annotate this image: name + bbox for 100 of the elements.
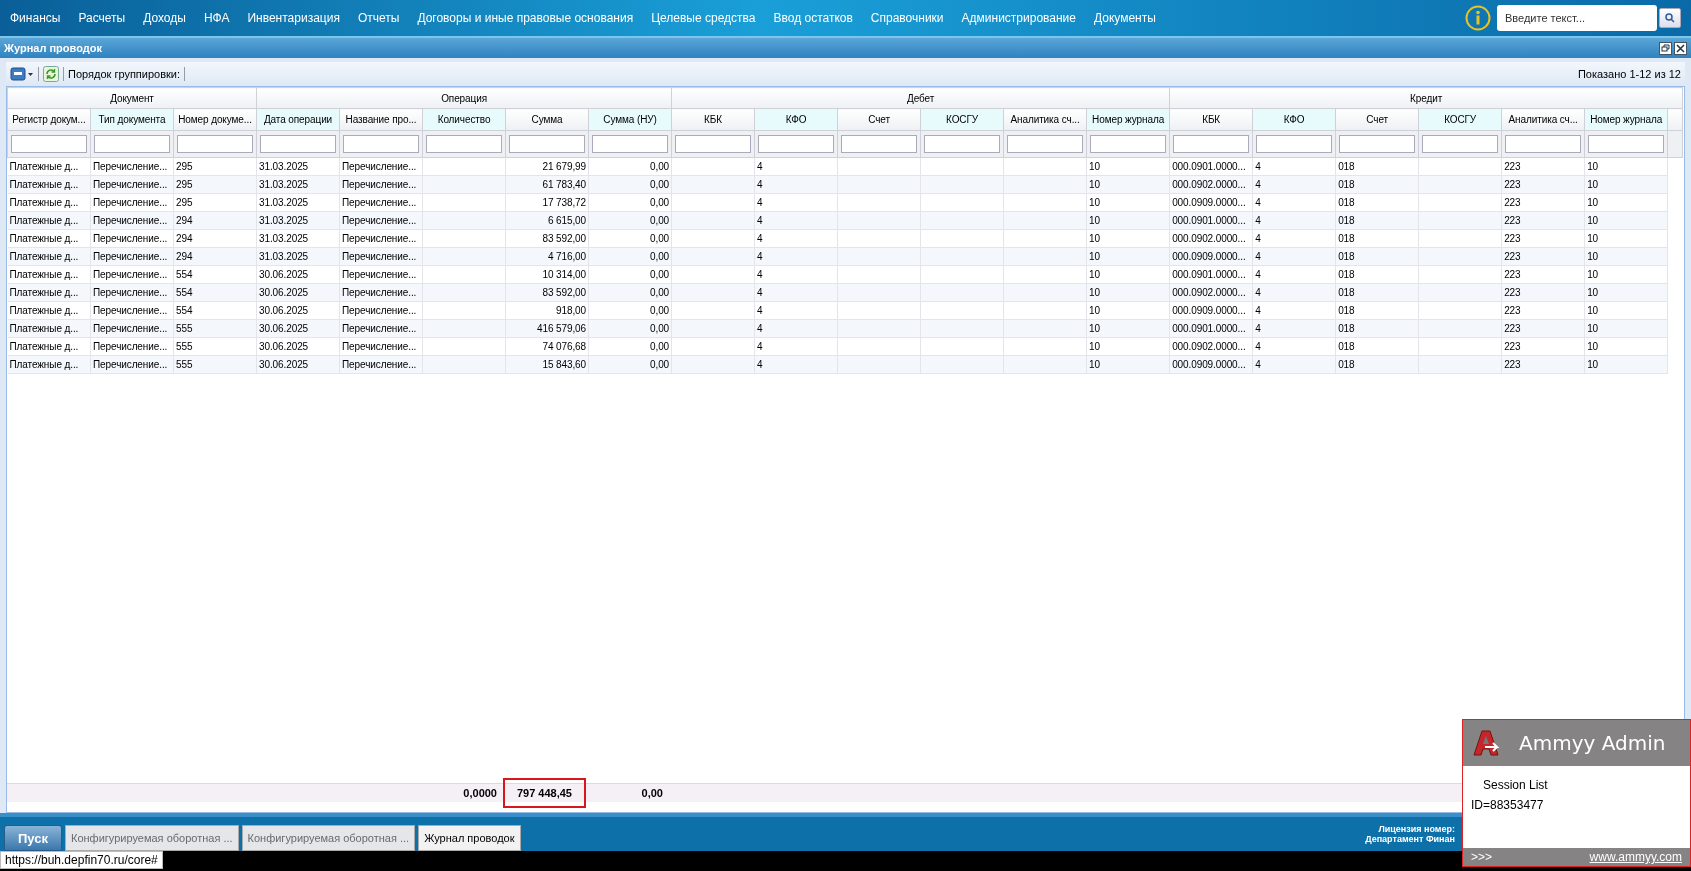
table-cell: Перечисление...: [342, 269, 417, 280]
table-cell: 223: [1504, 359, 1521, 370]
table-cell: 4: [1255, 305, 1261, 316]
table-cell: 0,00: [650, 161, 670, 172]
table-cell: 000.0902.0000...: [1172, 341, 1246, 352]
filter-field[interactable]: [177, 135, 253, 153]
table-cell: 83 592,00: [542, 233, 586, 244]
table-cell: 4: [1255, 341, 1261, 352]
table-cell: 000.0909.0000...: [1172, 197, 1246, 208]
table-cell: 0,00: [650, 305, 670, 316]
table-cell: Перечисление...: [342, 179, 417, 190]
menu-item[interactable]: НФА: [203, 11, 230, 25]
table-cell: Перечисление...: [93, 359, 168, 370]
table-cell: 10 314,00: [542, 269, 586, 280]
printer-icon[interactable]: [10, 66, 34, 82]
table-cell: 30.06.2025: [259, 323, 309, 334]
table-cell: 294: [176, 233, 193, 244]
table-cell: 295: [176, 197, 193, 208]
table-cell: 4: [1255, 215, 1261, 226]
filter-field[interactable]: [1505, 135, 1582, 153]
table-cell: 223: [1504, 323, 1521, 334]
search-field[interactable]: Введите текст...: [1497, 5, 1657, 31]
filter-field[interactable]: [426, 135, 502, 153]
close-icon[interactable]: [1674, 41, 1687, 55]
table-cell: 4: [757, 341, 763, 352]
table-cell: 0,00: [650, 251, 670, 262]
total-value: 797 448,45: [504, 780, 584, 806]
table-cell: Платежные д...: [9, 197, 79, 208]
menu-item[interactable]: Финансы: [10, 11, 61, 25]
total-value: 0,0000: [462, 786, 498, 801]
search-button[interactable]: [1659, 8, 1681, 28]
table-cell: 223: [1504, 233, 1521, 244]
menu-item[interactable]: Отчеты: [357, 11, 400, 25]
table-cell: 018: [1338, 305, 1355, 316]
menu-item[interactable]: Доходы: [143, 11, 186, 25]
table-cell: 10: [1089, 161, 1100, 172]
info-icon[interactable]: [1465, 5, 1491, 31]
table-cell: Платежные д...: [9, 233, 79, 244]
table-cell: Платежные д...: [9, 161, 79, 172]
menu-item[interactable]: Договоры и иные правовые основания: [417, 11, 634, 25]
table-cell: Платежные д...: [9, 215, 79, 226]
table-cell: 30.06.2025: [259, 269, 309, 280]
table-cell: 4: [757, 305, 763, 316]
filter-field[interactable]: [1090, 135, 1167, 153]
filter-field[interactable]: [1173, 135, 1250, 153]
table-cell: 10: [1089, 287, 1100, 298]
filter-field[interactable]: [1007, 135, 1084, 153]
table-cell: 30.06.2025: [259, 287, 309, 298]
table-cell: 0,00: [650, 215, 670, 226]
table-cell: 4: [1255, 323, 1261, 334]
filter-field[interactable]: [343, 135, 419, 153]
table-cell: 223: [1504, 161, 1521, 172]
table-cell: Перечисление...: [342, 233, 417, 244]
table-cell: Перечисление...: [342, 341, 417, 352]
table-cell: 4: [757, 233, 763, 244]
filter-field[interactable]: [592, 135, 669, 153]
filter-field[interactable]: [11, 135, 87, 153]
table-cell: 4: [1255, 197, 1261, 208]
table-cell: 0,00: [650, 323, 670, 334]
menu-item[interactable]: Администрирование: [961, 11, 1076, 25]
filter-field[interactable]: [758, 135, 835, 153]
table-cell: 4: [1255, 161, 1261, 172]
restore-icon[interactable]: [1659, 41, 1672, 55]
filter-field[interactable]: [1588, 135, 1665, 153]
menu-item[interactable]: Инвентаризация: [247, 11, 340, 25]
window-tab[interactable]: Журнал проводок: [418, 825, 521, 851]
filter-field[interactable]: [1422, 135, 1499, 153]
table-cell: 295: [176, 179, 193, 190]
refresh-icon[interactable]: [43, 66, 59, 82]
expand-link[interactable]: >>>: [1471, 850, 1493, 864]
menu-item[interactable]: Расчеты: [78, 11, 126, 25]
menu-item[interactable]: Документы: [1094, 11, 1156, 25]
table-cell: Перечисление...: [93, 251, 168, 262]
table-cell: 10: [1089, 269, 1100, 280]
status-url: https://buh.depfin70.ru/core#: [0, 851, 163, 869]
table-cell: Перечисление...: [93, 323, 168, 334]
table-cell: 0,00: [650, 197, 670, 208]
window-tab[interactable]: Конфигурируемая оборотная ...: [241, 825, 416, 851]
table-cell: 31.03.2025: [259, 251, 309, 262]
table-cell: Платежные д...: [9, 359, 79, 370]
filter-field[interactable]: [1339, 135, 1416, 153]
filter-field[interactable]: [1256, 135, 1333, 153]
table-cell: 018: [1338, 269, 1355, 280]
filter-field[interactable]: [924, 135, 1001, 153]
window-tab[interactable]: Конфигурируемая оборотная ...: [65, 825, 239, 851]
filter-field[interactable]: [260, 135, 336, 153]
table-cell: 554: [176, 269, 193, 280]
license-text: Департамент Финан: [1365, 834, 1455, 844]
website-link[interactable]: www.ammyy.com: [1589, 850, 1682, 864]
column-header[interactable]: Регистр докум...: [7, 108, 91, 131]
table-cell: 555: [176, 359, 193, 370]
table-cell: Платежные д...: [9, 323, 79, 334]
table-cell: Перечисление...: [342, 215, 417, 226]
filter-field[interactable]: [841, 135, 918, 153]
filter-field[interactable]: [509, 135, 585, 153]
table-cell: 223: [1504, 251, 1521, 262]
filter-field[interactable]: [675, 135, 752, 153]
grouping-label: Порядок группировки:: [68, 68, 181, 80]
filter-field[interactable]: [94, 135, 170, 153]
table-cell: Перечисление...: [342, 359, 417, 370]
